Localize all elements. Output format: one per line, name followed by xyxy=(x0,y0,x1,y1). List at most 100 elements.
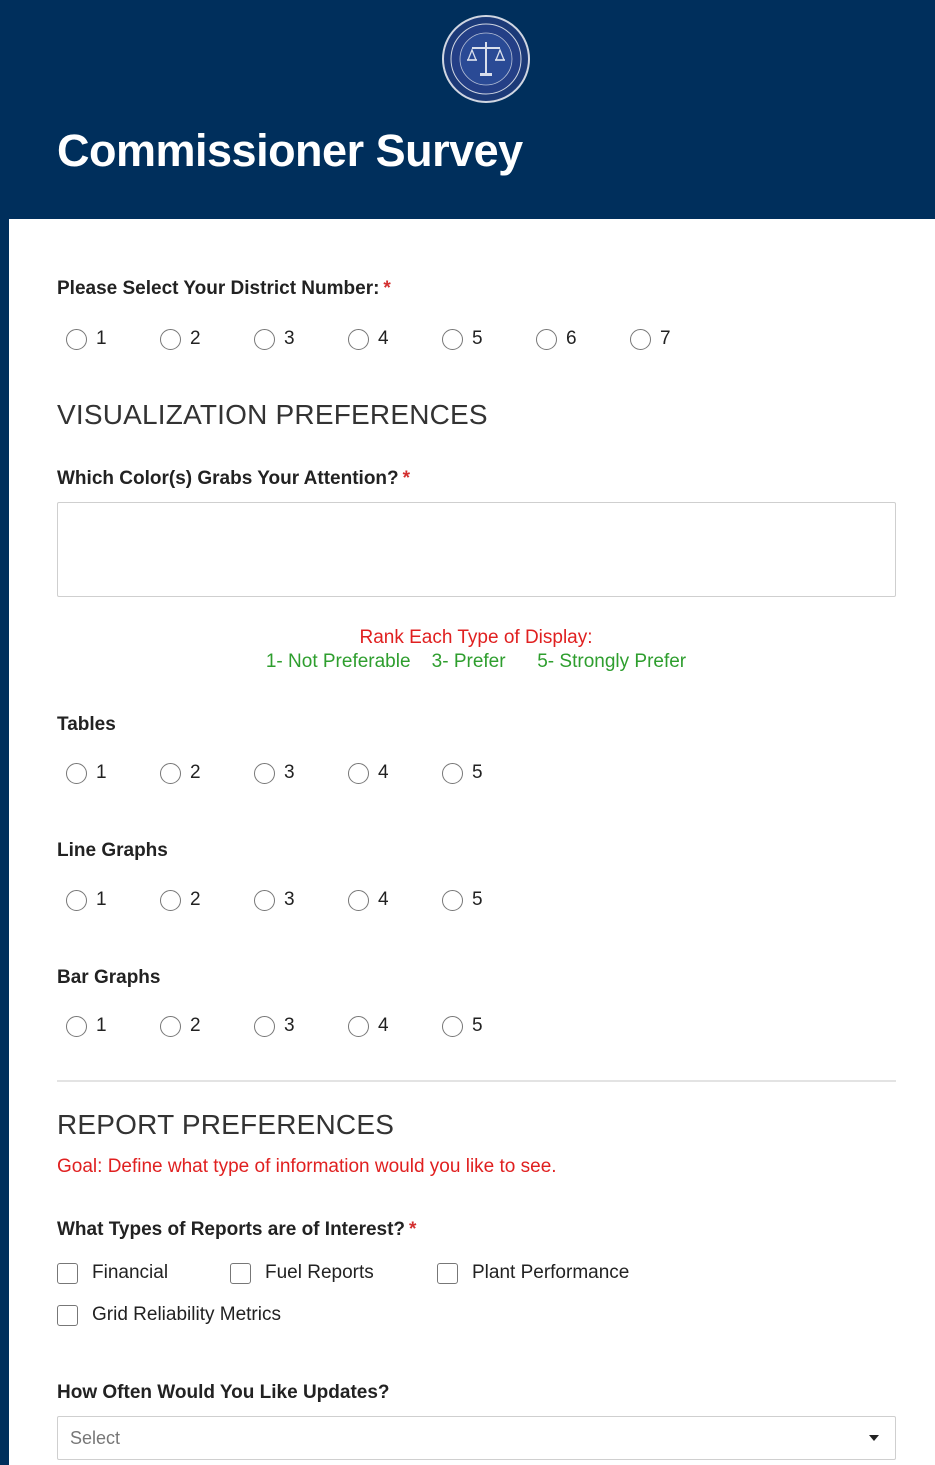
radio-button[interactable] xyxy=(348,1015,369,1037)
radio-button[interactable] xyxy=(348,328,369,350)
report-goal-text: Goal: Define what type of information wo… xyxy=(57,1156,557,1177)
report-type-option-financial[interactable]: Financial xyxy=(57,1260,168,1286)
checkbox-label: Fuel Reports xyxy=(265,1262,374,1283)
checkbox-label: Plant Performance xyxy=(472,1262,630,1283)
radio-button[interactable] xyxy=(442,762,463,784)
seal-scales-icon xyxy=(442,15,530,103)
bar-graphs-option[interactable]: 5 xyxy=(442,1012,483,1040)
radio-label: 3 xyxy=(284,328,295,349)
checkbox[interactable] xyxy=(57,1262,78,1284)
line-graphs-option[interactable]: 3 xyxy=(254,886,295,914)
radio-label: 4 xyxy=(378,1015,389,1036)
rank-scale-legend: 1- Not Preferable 3- Prefer 5- Strongly … xyxy=(265,651,687,672)
survey-header: Commissioner Survey xyxy=(9,0,935,219)
radio-label: 2 xyxy=(190,762,201,783)
radio-button[interactable] xyxy=(536,328,557,350)
line-graphs-option[interactable]: 5 xyxy=(442,886,483,914)
radio-label: 5 xyxy=(472,889,483,910)
district-option[interactable]: 4 xyxy=(348,325,389,353)
update-frequency-select[interactable]: Select xyxy=(57,1416,896,1460)
radio-button[interactable] xyxy=(66,762,87,784)
tables-question-label: Tables xyxy=(57,714,116,735)
radio-label: 4 xyxy=(378,328,389,349)
district-option[interactable]: 5 xyxy=(442,325,483,353)
color-answer-textarea[interactable] xyxy=(57,502,896,597)
checkbox[interactable] xyxy=(437,1262,458,1284)
update-frequency-question-label: How Often Would You Like Updates? xyxy=(57,1382,390,1403)
line-graphs-option[interactable]: 2 xyxy=(160,886,201,914)
tables-option[interactable]: 1 xyxy=(66,759,107,787)
radio-label: 5 xyxy=(472,1015,483,1036)
checkbox-label: Grid Reliability Metrics xyxy=(92,1304,281,1325)
report-type-option-grid-reliability[interactable]: Grid Reliability Metrics xyxy=(57,1302,281,1328)
radio-label: 1 xyxy=(96,889,107,910)
radio-button[interactable] xyxy=(254,889,275,911)
radio-button[interactable] xyxy=(348,889,369,911)
report-type-option-plant-performance[interactable]: Plant Performance xyxy=(437,1260,629,1286)
bar-graphs-option[interactable]: 3 xyxy=(254,1012,295,1040)
radio-label: 4 xyxy=(378,762,389,783)
tables-option[interactable]: 4 xyxy=(348,759,389,787)
radio-button[interactable] xyxy=(442,328,463,350)
checkbox-label: Financial xyxy=(92,1262,169,1283)
color-question-label: Which Color(s) Grabs Your Attention? * xyxy=(57,468,410,490)
radio-label: 5 xyxy=(472,328,483,349)
radio-button[interactable] xyxy=(160,889,181,911)
select-placeholder: Select xyxy=(70,1428,121,1448)
radio-label: 3 xyxy=(284,1015,295,1036)
district-option[interactable]: 2 xyxy=(160,325,201,353)
radio-button[interactable] xyxy=(442,889,463,911)
caret-down-icon xyxy=(869,1435,879,1441)
radio-label: 4 xyxy=(378,889,389,910)
required-asterisk: * xyxy=(409,1219,417,1240)
radio-button[interactable] xyxy=(160,762,181,784)
district-option[interactable]: 1 xyxy=(66,325,107,353)
radio-label: 3 xyxy=(284,889,295,910)
line-graphs-option[interactable]: 4 xyxy=(348,886,389,914)
radio-button[interactable] xyxy=(254,762,275,784)
district-option[interactable]: 3 xyxy=(254,325,295,353)
radio-label: 2 xyxy=(190,328,201,349)
radio-button[interactable] xyxy=(160,1015,181,1037)
radio-label: 1 xyxy=(96,328,107,349)
required-asterisk: * xyxy=(383,278,391,299)
tables-option[interactable]: 2 xyxy=(160,759,201,787)
radio-button[interactable] xyxy=(254,328,275,350)
required-asterisk: * xyxy=(402,468,411,489)
visualization-section-title: VISUALIZATION PREFERENCES xyxy=(57,399,488,430)
tables-option[interactable]: 5 xyxy=(442,759,483,787)
radio-label: 7 xyxy=(660,328,671,349)
checkbox[interactable] xyxy=(57,1304,78,1326)
district-question-text: Please Select Your District Number: xyxy=(57,278,380,299)
report-types-question-label: What Types of Reports are of Interest? * xyxy=(57,1219,416,1241)
tables-option[interactable]: 3 xyxy=(254,759,295,787)
color-question-text: Which Color(s) Grabs Your Attention? xyxy=(57,468,399,489)
radio-button[interactable] xyxy=(254,1015,275,1037)
radio-button[interactable] xyxy=(442,1015,463,1037)
radio-label: 6 xyxy=(566,328,577,349)
bar-graphs-option[interactable]: 4 xyxy=(348,1012,389,1040)
radio-label: 2 xyxy=(190,889,201,910)
radio-button[interactable] xyxy=(630,328,651,350)
district-option[interactable]: 7 xyxy=(630,325,671,353)
district-option[interactable]: 6 xyxy=(536,325,577,353)
radio-button[interactable] xyxy=(66,328,87,350)
line-graphs-option[interactable]: 1 xyxy=(66,886,107,914)
checkbox[interactable] xyxy=(230,1262,251,1284)
page-left-edge xyxy=(0,0,9,1465)
radio-button[interactable] xyxy=(160,328,181,350)
radio-label: 1 xyxy=(96,1015,107,1036)
bar-graphs-question-label: Bar Graphs xyxy=(57,967,161,988)
report-types-question-text: What Types of Reports are of Interest? xyxy=(57,1219,406,1240)
radio-button[interactable] xyxy=(66,1015,87,1037)
report-section-title: REPORT PREFERENCES xyxy=(57,1109,395,1140)
radio-label: 1 xyxy=(96,762,107,783)
report-type-option-fuel-reports[interactable]: Fuel Reports xyxy=(230,1260,374,1286)
bar-graphs-option[interactable]: 1 xyxy=(66,1012,107,1040)
radio-label: 5 xyxy=(472,762,483,783)
radio-button[interactable] xyxy=(66,889,87,911)
line-graphs-question-label: Line Graphs xyxy=(57,840,168,861)
section-divider xyxy=(57,1080,896,1082)
radio-button[interactable] xyxy=(348,762,369,784)
bar-graphs-option[interactable]: 2 xyxy=(160,1012,201,1040)
